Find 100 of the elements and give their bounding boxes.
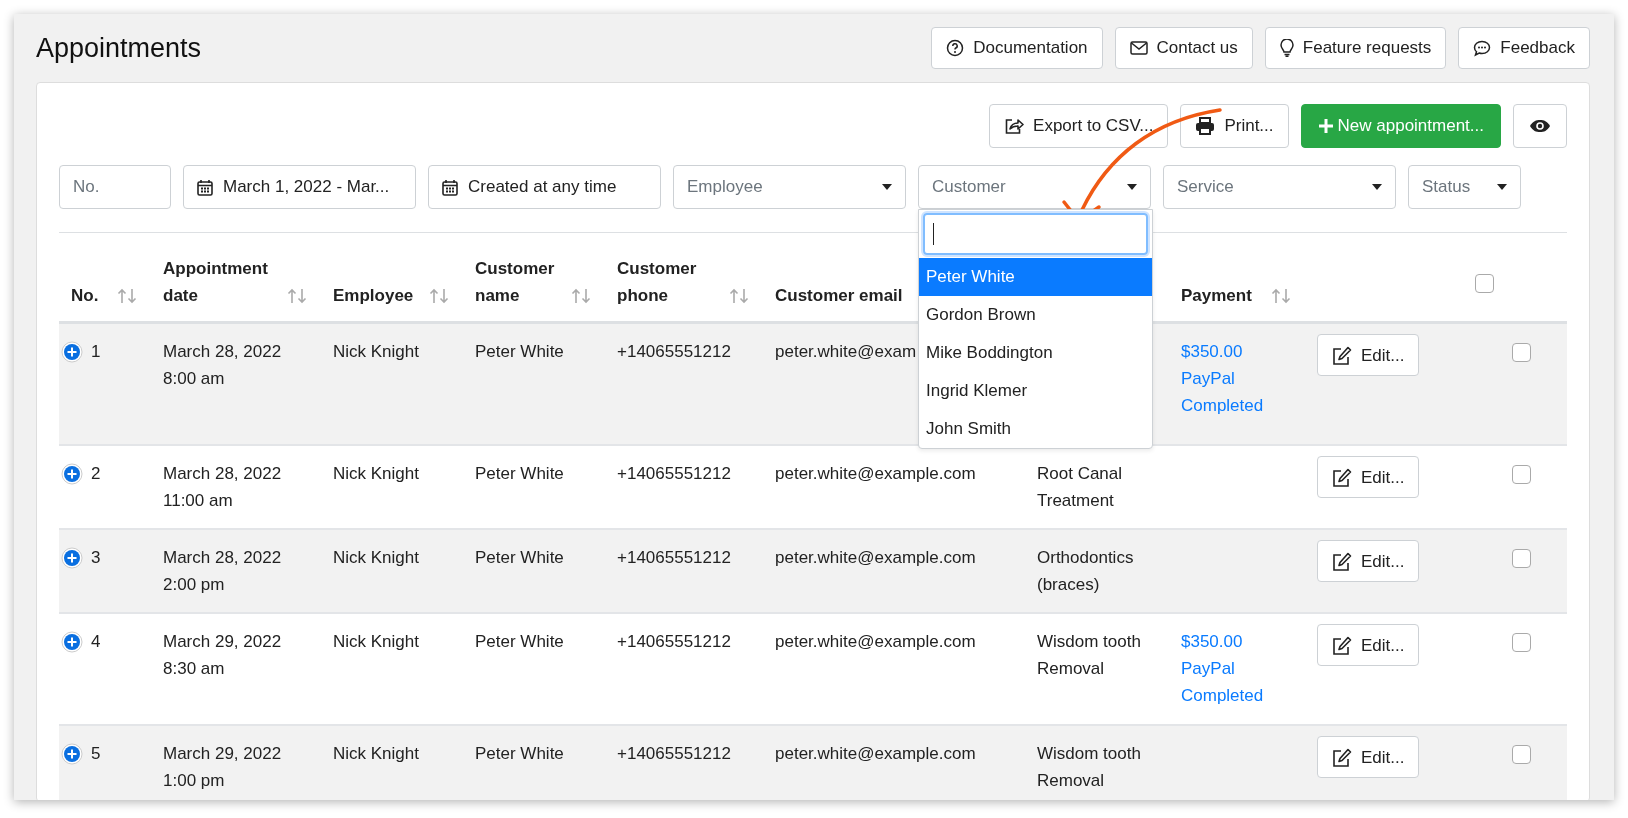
row-number: 2 xyxy=(91,463,101,485)
print-button[interactable]: Print... xyxy=(1180,104,1289,148)
edit-icon xyxy=(1332,635,1352,655)
row-checkbox[interactable] xyxy=(1511,343,1531,362)
feature-request-button[interactable]: Feature requests xyxy=(1264,27,1447,69)
mail-icon xyxy=(1129,41,1148,55)
column-header: Appointment date xyxy=(163,258,269,307)
appointment-date: March 29, 2022 xyxy=(163,631,283,653)
service-name: Root Canal xyxy=(1037,463,1124,485)
service-name: Wisdom tooth xyxy=(1037,743,1142,765)
row-number: 3 xyxy=(91,547,101,569)
payment-link[interactable]: Completed xyxy=(1181,682,1305,709)
edit-button[interactable]: Edit... xyxy=(1317,540,1420,582)
export-button[interactable]: Export to CSV... xyxy=(989,104,1169,148)
customer-email: peter.white@example.com xyxy=(775,744,976,763)
select-field[interactable]: Status xyxy=(1408,165,1521,209)
customer-phone: +14065551212 xyxy=(617,744,731,763)
expand-icon[interactable] xyxy=(61,630,83,653)
caret-icon xyxy=(1497,184,1507,190)
date-filter[interactable]: March 1, 2022 - Mar... xyxy=(183,165,416,209)
appointment-date: March 28, 2022 xyxy=(163,341,283,363)
customer-phone: +14065551212 xyxy=(617,342,731,361)
dropdown-option[interactable]: Ingrid Klemer xyxy=(919,372,1152,410)
customer-phone: +14065551212 xyxy=(617,548,731,567)
service-name: Removal xyxy=(1037,770,1106,792)
edit-button[interactable]: Edit... xyxy=(1317,456,1420,498)
column-header: Customer email xyxy=(775,285,903,307)
edit-icon xyxy=(1332,747,1352,767)
visibility-button[interactable] xyxy=(1513,104,1567,148)
payment-link[interactable]: PayPal xyxy=(1181,365,1305,392)
plus-icon xyxy=(1317,118,1334,134)
edit-icon xyxy=(1332,467,1352,487)
payment-link[interactable]: Completed xyxy=(1181,392,1305,419)
sort-icon[interactable] xyxy=(287,288,307,304)
appointment-time: 8:30 am xyxy=(163,658,226,680)
number-field[interactable]: No. xyxy=(59,165,171,209)
sort-icon[interactable] xyxy=(1271,288,1291,304)
date-filter[interactable]: Created at any time xyxy=(428,165,661,209)
chat-icon xyxy=(1473,39,1492,57)
appointment-date: March 28, 2022 xyxy=(163,463,283,485)
edit-button[interactable]: Edit... xyxy=(1317,736,1420,778)
row-checkbox[interactable] xyxy=(1511,745,1531,764)
customer-name: Peter White xyxy=(475,464,564,483)
sort-icon[interactable] xyxy=(729,288,749,304)
customer-name: Peter White xyxy=(475,632,564,651)
select-all-checkbox[interactable] xyxy=(1475,273,1494,293)
select-field[interactable]: Customer xyxy=(918,165,1151,209)
expand-icon[interactable] xyxy=(61,742,83,765)
caret-icon xyxy=(882,184,892,190)
customer-email: peter.white@example.com xyxy=(775,632,976,651)
lightbulb-icon xyxy=(1279,39,1294,57)
column-header: Payment xyxy=(1181,285,1252,307)
row-checkbox[interactable] xyxy=(1511,549,1531,568)
select-field[interactable]: Service xyxy=(1163,165,1396,209)
feedback-button[interactable]: Feedback xyxy=(1458,27,1590,69)
expand-icon[interactable] xyxy=(61,340,83,363)
calendar-icon xyxy=(197,178,213,196)
column-header: Customer phone xyxy=(617,258,698,307)
customer-email: peter.white@example.com xyxy=(775,548,976,567)
column-header: Employee xyxy=(333,285,414,307)
payment-link[interactable]: PayPal xyxy=(1181,655,1305,682)
select-field[interactable]: Employee xyxy=(673,165,906,209)
appointment-time: 2:00 pm xyxy=(163,574,226,596)
sort-icon[interactable] xyxy=(429,288,449,304)
share-icon xyxy=(1004,117,1025,135)
row-checkbox[interactable] xyxy=(1511,633,1531,652)
edit-button[interactable]: Edit... xyxy=(1317,334,1420,376)
payment-link[interactable]: $350.00 xyxy=(1181,338,1305,365)
row-number: 4 xyxy=(91,631,101,653)
documentation-button[interactable]: Documentation xyxy=(931,27,1103,69)
dropdown-option[interactable]: Peter White xyxy=(919,258,1152,296)
dropdown-option[interactable]: Mike Boddington xyxy=(919,334,1152,372)
printer-icon xyxy=(1195,117,1216,135)
appointment-time: 8:00 am xyxy=(163,368,226,390)
column-header: Customer name xyxy=(475,258,556,307)
dropdown-option[interactable]: Gordon Brown xyxy=(919,296,1152,334)
payment-link[interactable]: $350.00 xyxy=(1181,628,1305,655)
edit-button[interactable]: Edit... xyxy=(1317,624,1420,666)
service-name: (braces) xyxy=(1037,574,1101,596)
expand-icon[interactable] xyxy=(61,462,83,485)
sort-icon[interactable] xyxy=(571,288,591,304)
expand-icon[interactable] xyxy=(61,546,83,569)
sort-icon[interactable] xyxy=(117,288,137,304)
service-name: Orthodontics xyxy=(1037,547,1135,569)
search-field[interactable] xyxy=(923,213,1148,255)
caret-icon xyxy=(1127,184,1137,190)
row-checkbox[interactable] xyxy=(1511,465,1531,484)
page-title: Appointments xyxy=(36,32,202,64)
contact-button[interactable]: Contact us xyxy=(1114,27,1253,69)
eye-icon xyxy=(1529,119,1551,133)
appointment-date: March 29, 2022 xyxy=(163,743,283,765)
customer-name: Peter White xyxy=(475,342,564,361)
customer-email: peter.white@example.com xyxy=(775,464,976,483)
customer-phone: +14065551212 xyxy=(617,464,731,483)
row-number: 1 xyxy=(91,341,101,363)
dropdown-option[interactable]: John Smith xyxy=(919,410,1152,448)
employee-name: Nick Knight xyxy=(333,464,419,483)
edit-icon xyxy=(1332,551,1352,571)
employee-name: Nick Knight xyxy=(333,548,419,567)
caret-icon xyxy=(1372,184,1382,190)
